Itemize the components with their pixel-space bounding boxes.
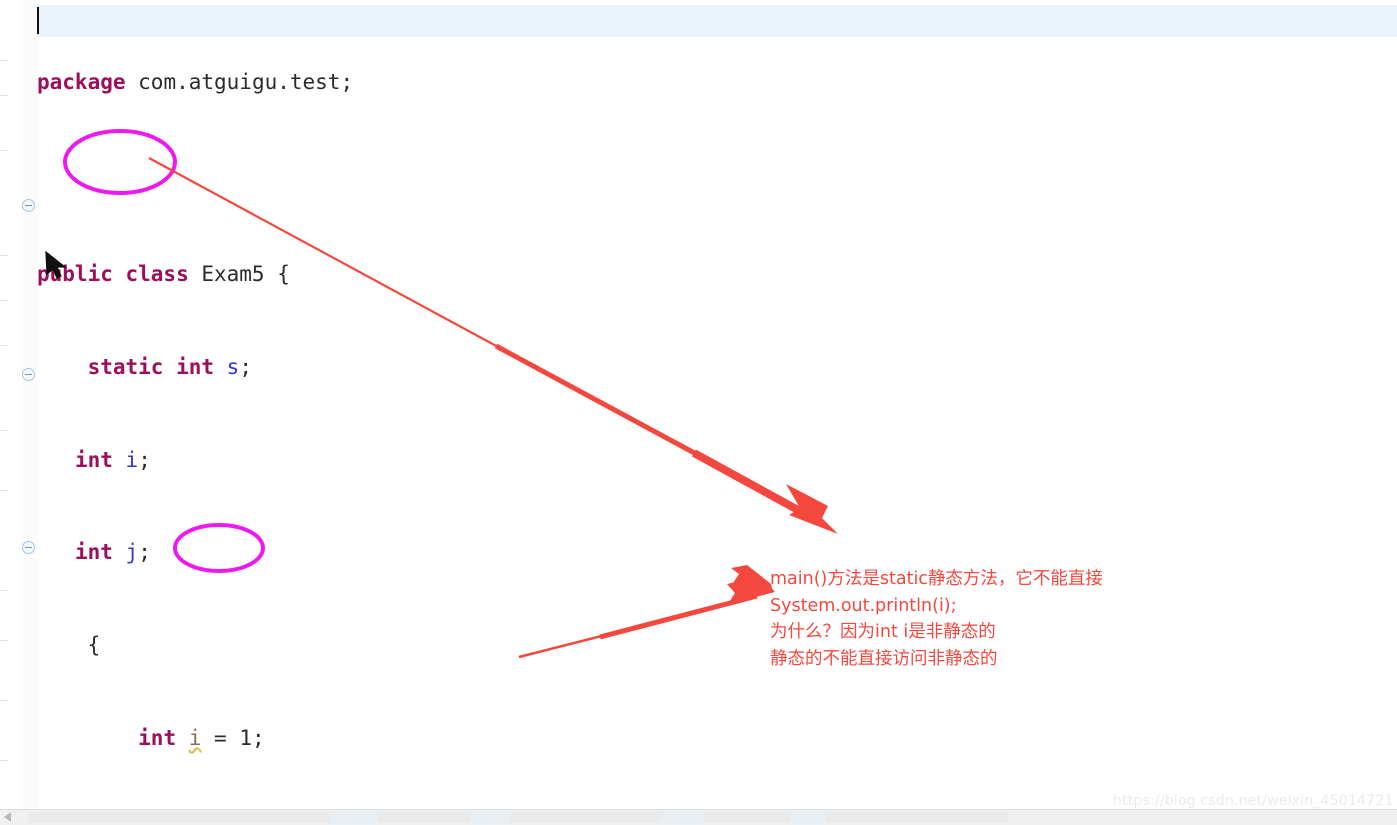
- code-editor-surface[interactable]: package com.atguigu.test; public class E…: [37, 0, 1397, 825]
- editor-window: package com.atguigu.test; public class E…: [0, 0, 1397, 825]
- code-line: int i = 1;: [138, 725, 265, 750]
- fold-marker-initializer-block[interactable]: [22, 199, 35, 212]
- fold-marker-test-method[interactable]: [22, 368, 35, 381]
- taskbar-ghost: [660, 810, 704, 825]
- site-watermark: https://blog.csdn.net/weixin_45014721: [1113, 793, 1394, 809]
- scroll-left-arrow-icon[interactable]: [4, 812, 11, 822]
- code-line: int i;: [74, 447, 151, 472]
- taskbar-ghost: [330, 810, 378, 825]
- annotation-ruler[interactable]: [0, 0, 20, 810]
- horizontal-scroll-thumb[interactable]: [28, 812, 1008, 823]
- mouse-cursor-icon: [45, 250, 67, 279]
- code-line: package com.atguigu.test;: [37, 69, 354, 94]
- code-content[interactable]: package com.atguigu.test; public class E…: [37, 0, 1397, 825]
- code-folding-column[interactable]: [20, 0, 38, 810]
- code-line: static int s;: [87, 355, 252, 380]
- code-line: public class Exam5 {: [37, 262, 290, 287]
- fold-marker-main-method[interactable]: [22, 541, 35, 554]
- annotation-note: main()方法是static静态方法，它不能直接 System.out.pri…: [770, 569, 1103, 669]
- code-line: int j;: [74, 540, 151, 565]
- code-line: {: [37, 633, 101, 658]
- taskbar-ghost: [790, 810, 826, 825]
- taskbar-ghost: [470, 810, 510, 825]
